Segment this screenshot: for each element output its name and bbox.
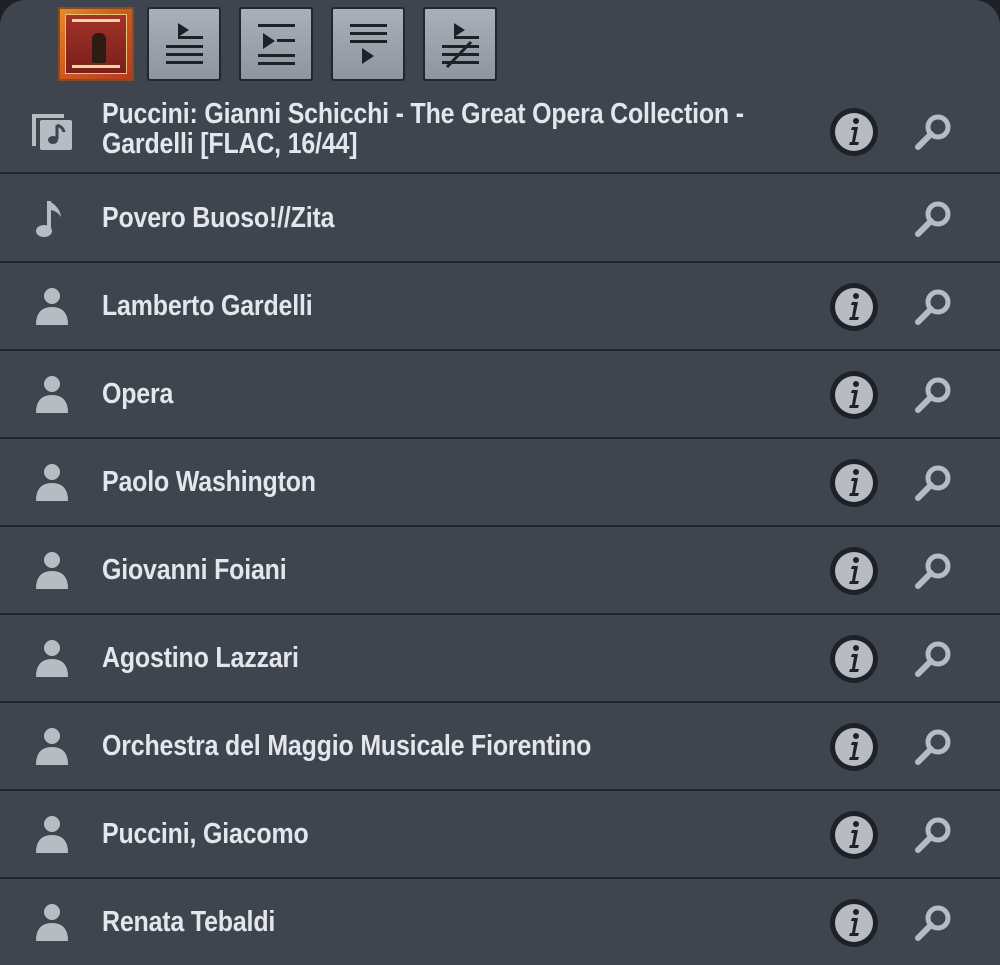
artist-name: Agostino Lazzari: [102, 642, 299, 674]
info-icon[interactable]: [829, 282, 879, 332]
artist-row[interactable]: Agostino Lazzari: [0, 615, 1000, 703]
album-cover-art: [65, 14, 127, 74]
info-icon[interactable]: [829, 634, 879, 684]
album-title-line-1: Puccini: Gianni Schicchi - The Great Ope…: [102, 98, 744, 130]
search-icon[interactable]: [912, 285, 956, 329]
track-info-panel: Puccini: Gianni Schicchi - The Great Ope…: [0, 0, 1000, 965]
search-icon[interactable]: [912, 110, 956, 154]
album-title-line-2: Gardelli [FLAC, 16/44]: [102, 128, 358, 160]
search-icon[interactable]: [912, 637, 956, 681]
album-icon: [32, 114, 72, 150]
person-icon: [36, 288, 68, 325]
search-icon[interactable]: [912, 813, 956, 857]
info-icon[interactable]: [829, 107, 879, 157]
search-icon[interactable]: [912, 901, 956, 945]
artist-row[interactable]: Puccini, Giacomo: [0, 791, 1000, 879]
info-icon[interactable]: [829, 458, 879, 508]
person-icon: [36, 728, 68, 765]
toolbar: [0, 0, 1000, 86]
play-list-icon: [166, 23, 203, 64]
cover-figure: [92, 33, 106, 63]
cover-decoration: [72, 19, 120, 22]
cover-decoration: [72, 65, 120, 68]
add-to-queue-button[interactable]: [331, 7, 405, 81]
person-icon: [36, 464, 68, 501]
artist-name: Orchestra del Maggio Musicale Fiorentino: [102, 730, 592, 762]
info-icon[interactable]: [829, 898, 879, 948]
play-now-button[interactable]: [147, 7, 221, 81]
track-title: Povero Buoso!//Zita: [102, 202, 335, 234]
search-icon[interactable]: [912, 373, 956, 417]
play-and-replace-button[interactable]: [423, 7, 497, 81]
artist-name: Renata Tebaldi: [102, 906, 276, 938]
artist-row[interactable]: Renata Tebaldi: [0, 879, 1000, 965]
search-icon[interactable]: [912, 197, 956, 241]
person-icon: [36, 552, 68, 589]
music-note-icon: [36, 201, 61, 237]
artist-name: Opera: [102, 378, 174, 410]
search-icon[interactable]: [912, 549, 956, 593]
play-next-button[interactable]: [239, 7, 313, 81]
artist-name: Puccini, Giacomo: [102, 818, 309, 850]
artist-row[interactable]: Giovanni Foiani: [0, 527, 1000, 615]
artist-name: Lamberto Gardelli: [102, 290, 313, 322]
insert-next-icon: [258, 24, 295, 65]
artist-row[interactable]: Opera: [0, 351, 1000, 439]
info-icon[interactable]: [829, 810, 879, 860]
album-cover[interactable]: [58, 7, 134, 81]
info-icon[interactable]: [829, 370, 879, 420]
person-icon: [36, 376, 68, 413]
info-icon[interactable]: [829, 546, 879, 596]
person-icon: [36, 640, 68, 677]
album-row[interactable]: Puccini: Gianni Schicchi - The Great Ope…: [0, 86, 1000, 174]
artist-row[interactable]: Orchestra del Maggio Musicale Fiorentino: [0, 703, 1000, 791]
track-row[interactable]: Povero Buoso!//Zita: [0, 175, 1000, 263]
info-icon[interactable]: [829, 722, 879, 772]
artist-name: Paolo Washington: [102, 466, 316, 498]
person-icon: [36, 816, 68, 853]
search-icon[interactable]: [912, 461, 956, 505]
artist-name: Giovanni Foiani: [102, 554, 287, 586]
person-icon: [36, 904, 68, 941]
artist-row[interactable]: Lamberto Gardelli: [0, 263, 1000, 351]
artist-row[interactable]: Paolo Washington: [0, 439, 1000, 527]
play-replace-icon: [442, 23, 479, 69]
search-icon[interactable]: [912, 725, 956, 769]
add-end-icon: [350, 24, 387, 64]
